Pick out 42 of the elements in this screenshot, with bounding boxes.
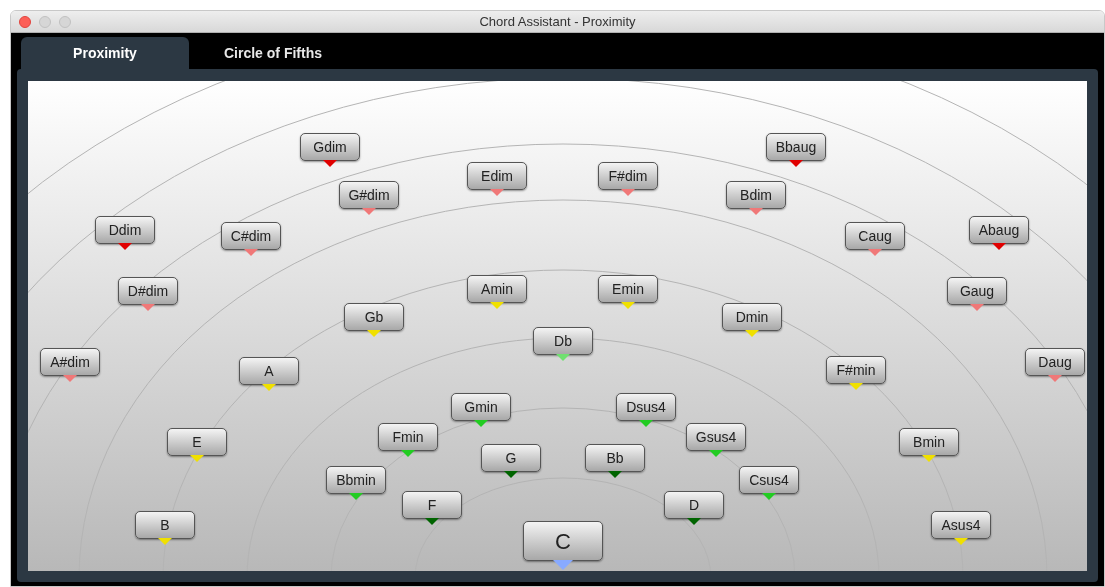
chord-button[interactable]: Gmin [451, 393, 511, 421]
chord-button[interactable]: D#dim [118, 277, 178, 305]
chord-button[interactable]: C#dim [221, 222, 281, 250]
chord-button[interactable]: Bbmin [326, 466, 386, 494]
chord-button[interactable]: G#dim [339, 181, 399, 209]
tab[interactable]: Proximity [21, 37, 189, 69]
chord-button[interactable]: Gaug [947, 277, 1007, 305]
chord-button[interactable]: Bmin [899, 428, 959, 456]
chord-button[interactable]: F#min [826, 356, 886, 384]
chord-button[interactable]: Bbaug [766, 133, 826, 161]
chord-button[interactable]: B [135, 511, 195, 539]
chord-button[interactable]: G [481, 444, 541, 472]
chord-button[interactable]: Fmin [378, 423, 438, 451]
chord-button[interactable]: Dsus4 [616, 393, 676, 421]
minimize-button[interactable] [39, 15, 51, 28]
chord-button[interactable]: E [167, 428, 227, 456]
chord-button[interactable]: Gsus4 [686, 423, 746, 451]
chord-button[interactable]: Dmin [722, 303, 782, 331]
chord-button[interactable]: Emin [598, 275, 658, 303]
chord-button[interactable]: Csus4 [739, 466, 799, 494]
close-button[interactable] [19, 15, 31, 28]
chord-button[interactable]: F [402, 491, 462, 519]
chord-button[interactable]: Abaug [969, 216, 1029, 244]
chord-button[interactable]: Bb [585, 444, 645, 472]
chord-button[interactable]: Gdim [300, 133, 360, 161]
chord-button[interactable]: Gb [344, 303, 404, 331]
chord-button[interactable]: Caug [845, 222, 905, 250]
chord-button[interactable]: D [664, 491, 724, 519]
chord-button[interactable]: A#dim [40, 348, 100, 376]
chord-button[interactable]: F#dim [598, 162, 658, 190]
chord-button[interactable]: A [239, 357, 299, 385]
chord-button[interactable]: Db [533, 327, 593, 355]
tab[interactable]: Circle of Fifths [189, 37, 357, 69]
zoom-button[interactable] [59, 15, 71, 28]
chord-button[interactable]: Ddim [95, 216, 155, 244]
chord-button[interactable]: C [523, 521, 603, 561]
chord-button[interactable]: Bdim [726, 181, 786, 209]
window-title: Chord Assistant - Proximity [479, 12, 636, 31]
chord-button[interactable]: Amin [467, 275, 527, 303]
chord-button[interactable]: Edim [467, 162, 527, 190]
chord-button[interactable]: Daug [1025, 348, 1085, 376]
chord-button[interactable]: Asus4 [931, 511, 991, 539]
